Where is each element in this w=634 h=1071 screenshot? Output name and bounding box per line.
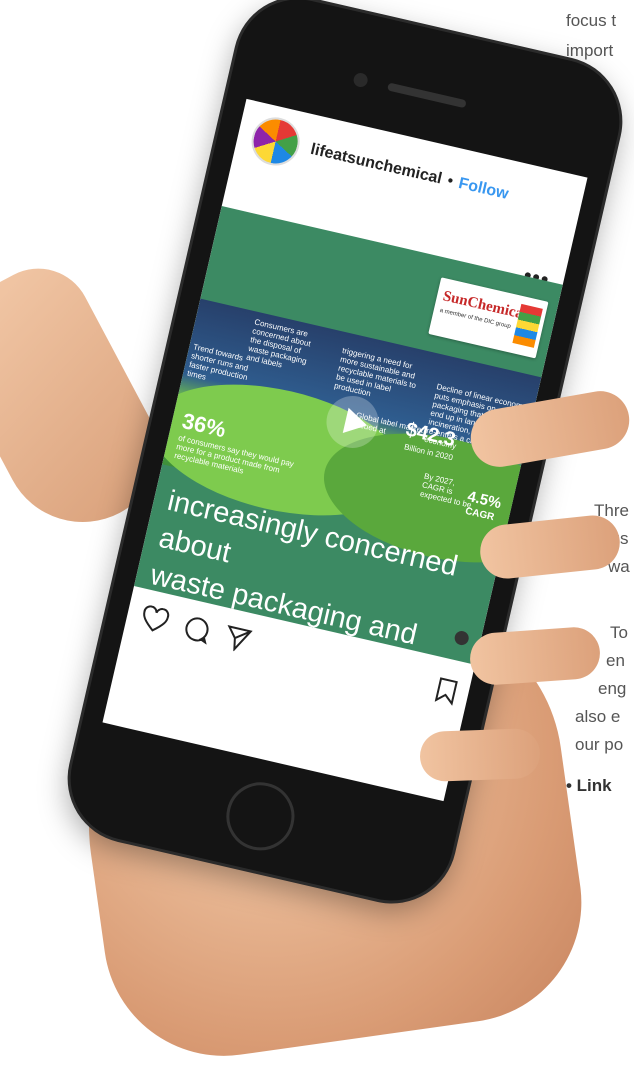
phone-mockup: lifeatsunchemical • Follow ••• SunChemic… (0, 0, 634, 960)
avatar[interactable] (246, 112, 305, 171)
comment-icon[interactable] (181, 614, 212, 645)
separator: • (445, 172, 455, 191)
username[interactable]: lifeatsunchemical (309, 141, 444, 189)
finger (468, 625, 602, 687)
send-icon[interactable] (222, 623, 253, 654)
follow-button[interactable]: Follow (457, 175, 510, 204)
brand-logo: SunChemical a member of the DIC group (428, 277, 549, 359)
bookmark-icon[interactable] (434, 676, 459, 706)
speaker-grille (387, 82, 467, 109)
camera-icon (352, 71, 370, 89)
heart-icon[interactable] (138, 604, 171, 636)
home-button[interactable] (219, 775, 302, 858)
finger (419, 727, 541, 783)
